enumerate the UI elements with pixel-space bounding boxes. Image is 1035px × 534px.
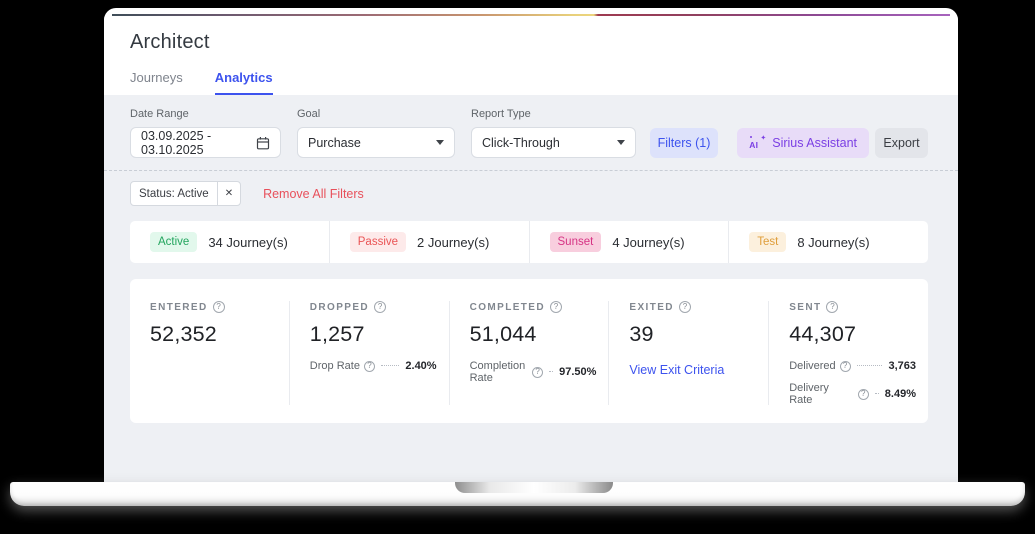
metric-entered: ENTERED ? 52,352 <box>130 301 290 405</box>
journey-summary-active: Active 34 Journey(s) <box>130 221 330 263</box>
status-badge: Test <box>749 232 787 252</box>
help-icon[interactable]: ? <box>857 388 869 400</box>
journey-summary-sunset: Sunset 4 Journey(s) <box>530 221 730 263</box>
status-badge: Sunset <box>549 232 602 252</box>
drop-rate-value: 2.40% <box>405 360 437 372</box>
divider <box>104 170 958 171</box>
status-badge: Active <box>150 232 198 252</box>
help-icon[interactable]: ? <box>212 301 225 313</box>
dotted-leader <box>874 392 879 394</box>
calendar-icon <box>256 136 270 150</box>
date-range-value: 03.09.2025 - 03.10.2025 <box>141 128 212 157</box>
date-range-field: Date Range 03.09.2025 - 03.10.2025 <box>130 108 281 158</box>
tab-bar: Journeys Analytics <box>130 70 928 95</box>
chevron-down-icon <box>436 140 444 145</box>
action-buttons: AI ✦ Sirius Assistant Export <box>737 128 928 158</box>
goal-select[interactable]: Purchase <box>297 127 455 158</box>
metric-value: 52,352 <box>150 322 217 346</box>
metric-label: DROPPED <box>309 301 370 313</box>
journey-summary-test: Test 8 Journey(s) <box>729 221 928 263</box>
metric-label: SENT <box>789 301 822 313</box>
delivered-value: 3,763 <box>888 360 916 372</box>
filter-row: Date Range 03.09.2025 - 03.10.2025 Goal <box>104 108 958 158</box>
help-icon[interactable]: ? <box>826 301 839 313</box>
delivered-row: Delivered ? 3,763 <box>789 360 916 372</box>
metric-completed: COMPLETED ? 51,044 Completion Rate ? 97.… <box>450 301 610 405</box>
goal-label: Goal <box>297 108 321 120</box>
drop-rate-label: Drop Rate <box>309 360 360 372</box>
metric-sent: SENT ? 44,307 Delivered ? 3,763 Delivery… <box>769 301 928 406</box>
laptop-base <box>10 482 1025 506</box>
report-type-select[interactable]: Click-Through <box>471 127 636 158</box>
page-title: Architect <box>130 31 210 53</box>
completion-rate-row: Completion Rate ? 97.50% <box>470 360 597 384</box>
laptop-notch <box>455 482 613 493</box>
help-icon[interactable]: ? <box>532 366 544 378</box>
journey-summary-passive: Passive 2 Journey(s) <box>330 221 530 263</box>
metric-exited: EXITED ? 39 View Exit Criteria <box>609 301 770 405</box>
help-icon[interactable]: ? <box>374 301 387 313</box>
remove-all-filters-link[interactable]: Remove All Filters <box>263 187 364 201</box>
delivered-label: Delivered <box>789 360 836 372</box>
delivery-rate-value: 8.49% <box>884 388 916 400</box>
goal-field: Goal Purchase <box>297 108 455 158</box>
report-type-value: Click-Through <box>482 135 560 150</box>
dotted-leader <box>856 364 883 366</box>
status-filter-chip: Status: Active ✕ <box>130 181 242 206</box>
completion-rate-label: Completion Rate <box>469 360 526 384</box>
metric-value: 39 <box>629 322 654 346</box>
date-range-label: Date Range <box>130 108 189 120</box>
sirius-assistant-button[interactable]: AI ✦ Sirius Assistant <box>737 128 869 158</box>
remove-chip-icon[interactable]: ✕ <box>216 182 240 205</box>
chevron-down-icon <box>617 140 625 145</box>
tab-journeys[interactable]: Journeys <box>130 70 183 95</box>
date-range-input[interactable]: 03.09.2025 - 03.10.2025 <box>130 127 281 158</box>
status-filter-chip-label: Status: Active <box>139 187 209 200</box>
active-filters-row: Status: Active ✕ Remove All Filters <box>104 181 958 206</box>
metric-label: COMPLETED <box>469 301 545 313</box>
goal-value: Purchase <box>308 135 361 150</box>
metric-dropped: DROPPED ? 1,257 Drop Rate ? 2.40% <box>290 301 450 405</box>
journey-summary-card: Active 34 Journey(s) Passive 2 Journey(s… <box>130 221 928 263</box>
metric-label: EXITED <box>629 301 674 313</box>
drop-rate-row: Drop Rate ? 2.40% <box>310 360 437 372</box>
journey-count: 2 Journey(s) <box>417 234 490 250</box>
analytics-content: Date Range 03.09.2025 - 03.10.2025 Goal <box>104 95 958 487</box>
help-icon[interactable]: ? <box>363 360 375 372</box>
metric-value: 44,307 <box>789 322 857 346</box>
delivery-rate-row: Delivery Rate ? 8.49% <box>789 382 916 406</box>
help-icon[interactable]: ? <box>678 301 691 313</box>
dotted-leader <box>380 364 400 366</box>
completion-rate-value: 97.50% <box>559 366 597 378</box>
journey-count: 4 Journey(s) <box>612 234 685 250</box>
journey-count: 34 Journey(s) <box>208 234 288 250</box>
journey-count: 8 Journey(s) <box>797 234 870 250</box>
dotted-leader <box>549 370 554 372</box>
ai-sparkle-icon: AI ✦ <box>749 134 767 150</box>
export-button[interactable]: Export <box>875 128 928 158</box>
status-badge: Passive <box>349 232 407 252</box>
view-exit-criteria-link[interactable]: View Exit Criteria <box>629 363 756 377</box>
laptop-screen: Architect Journeys Analytics Date Range … <box>104 8 958 487</box>
metric-value: 1,257 <box>309 322 365 346</box>
tab-analytics[interactable]: Analytics <box>214 70 273 95</box>
delivery-rate-label: Delivery Rate <box>789 382 829 406</box>
help-icon[interactable]: ? <box>839 360 851 372</box>
metric-value: 51,044 <box>469 322 537 346</box>
filters-button[interactable]: Filters (1) <box>650 127 718 158</box>
help-icon[interactable]: ? <box>549 301 562 313</box>
metric-label: ENTERED <box>150 301 208 313</box>
report-type-field: Report Type Click-Through <box>471 108 636 158</box>
sirius-assistant-label: Sirius Assistant <box>772 136 857 150</box>
page-header: Architect Journeys Analytics <box>104 16 958 95</box>
report-type-label: Report Type <box>471 108 531 120</box>
metrics-card: ENTERED ? 52,352 DROPPED ? 1,257 Drop Ra… <box>130 279 928 423</box>
